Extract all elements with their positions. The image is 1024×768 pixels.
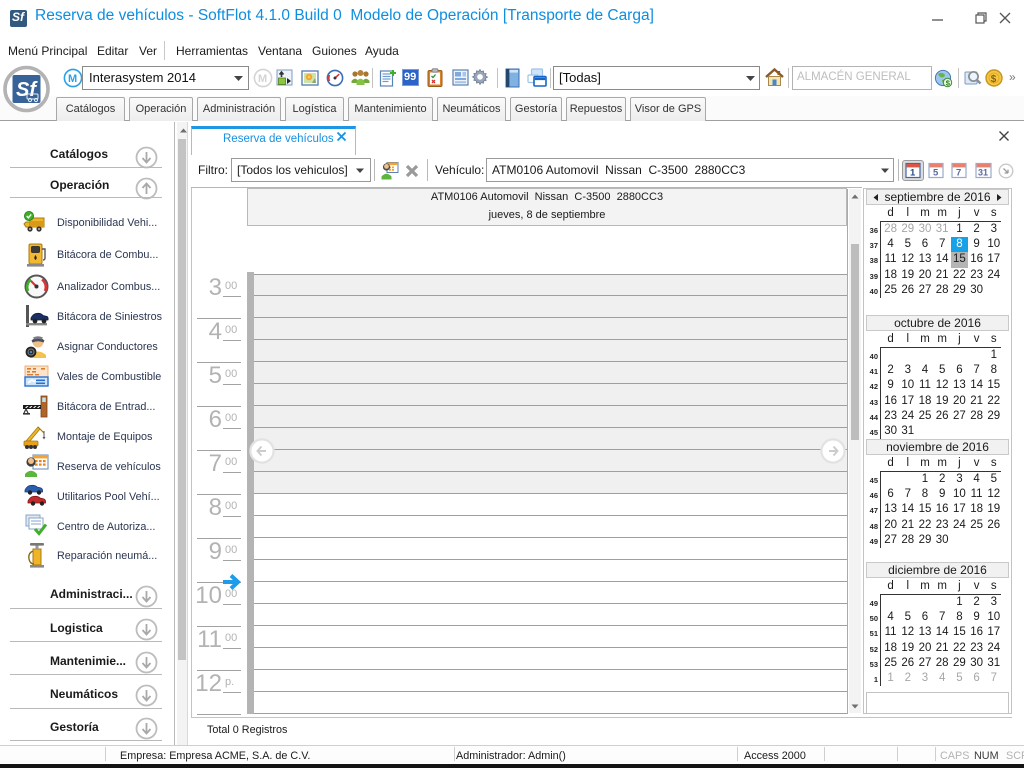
svg-text:7: 7 xyxy=(956,168,961,179)
svg-text:M: M xyxy=(68,73,77,85)
svg-text:1: 1 xyxy=(910,168,916,179)
svg-text:31: 31 xyxy=(978,168,988,178)
svg-text:5: 5 xyxy=(933,168,939,179)
svg-text:M: M xyxy=(258,73,267,85)
svg-text:$: $ xyxy=(991,74,997,85)
